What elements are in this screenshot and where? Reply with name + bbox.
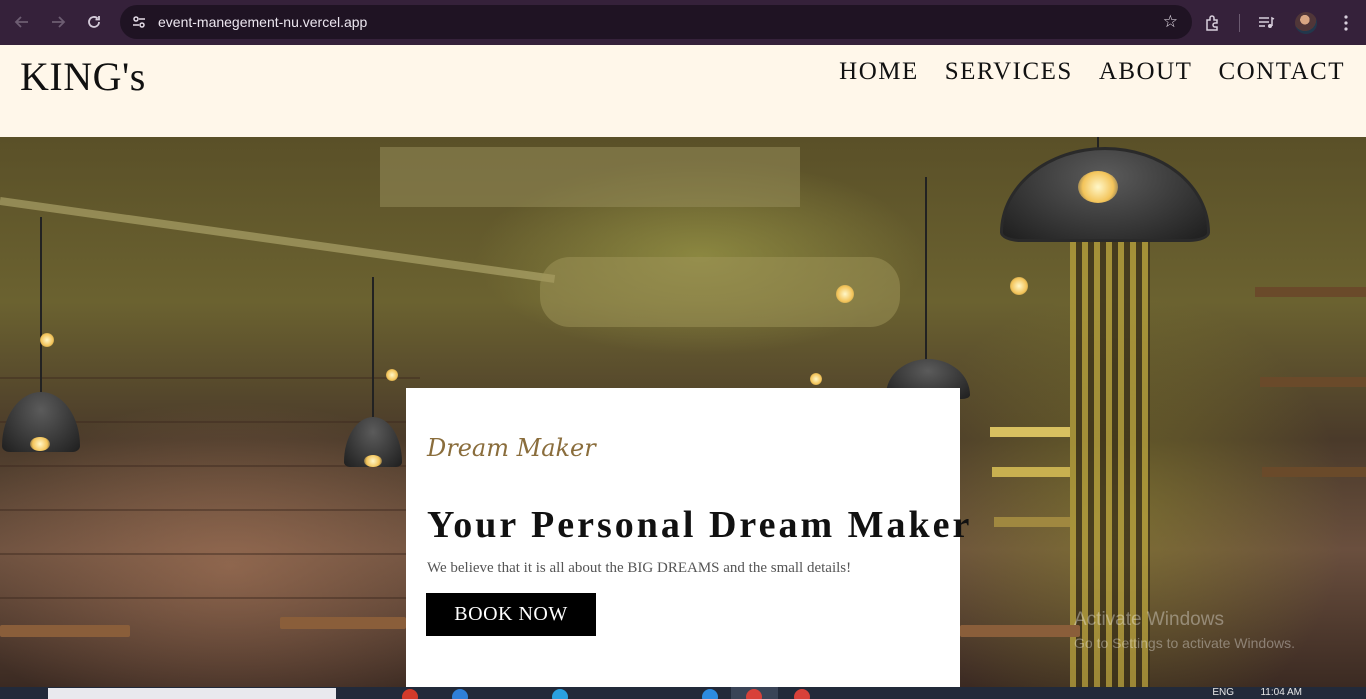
taskbar-language[interactable]: ENG bbox=[1212, 687, 1234, 699]
site-header: KING's HOME SERVICES ABOUT CONTACT bbox=[0, 45, 1366, 137]
url-text[interactable]: event-manegement-nu.vercel.app bbox=[158, 14, 367, 30]
book-now-button[interactable]: BOOK NOW bbox=[426, 593, 596, 636]
taskbar-app-icon[interactable] bbox=[552, 689, 568, 699]
profile-avatar[interactable] bbox=[1286, 3, 1326, 43]
taskbar-app-icon[interactable] bbox=[794, 689, 810, 699]
site-info-icon[interactable] bbox=[124, 7, 154, 37]
nav-contact[interactable]: CONTACT bbox=[1218, 58, 1345, 86]
hero-section: Dream Maker Your Personal Dream Maker We… bbox=[0, 137, 1366, 687]
hero-subtext: We believe that it is all about the BIG … bbox=[427, 560, 852, 576]
nav-services[interactable]: SERVICES bbox=[945, 58, 1073, 86]
more-menu-icon[interactable] bbox=[1326, 3, 1366, 43]
taskbar-app-icon[interactable] bbox=[402, 689, 418, 699]
forward-arrow-icon[interactable] bbox=[40, 4, 76, 40]
brand-logo[interactable]: KING's bbox=[20, 53, 146, 100]
toolbar-divider bbox=[1239, 13, 1240, 32]
nav-about[interactable]: ABOUT bbox=[1099, 58, 1193, 86]
back-arrow-icon[interactable] bbox=[4, 4, 40, 40]
nav-home[interactable]: HOME bbox=[839, 58, 919, 86]
hero-card: Dream Maker Your Personal Dream Maker We… bbox=[406, 388, 969, 687]
hero-tagline: Dream Maker bbox=[427, 434, 596, 462]
browser-toolbar: event-manegement-nu.vercel.app ☆ bbox=[0, 0, 1366, 45]
bookmark-star-icon[interactable]: ☆ bbox=[1163, 12, 1178, 32]
extensions-icon[interactable] bbox=[1193, 3, 1233, 43]
hero-headline: Your Personal Dream Maker bbox=[427, 504, 973, 546]
watermark-subtitle: Go to Settings to activate Windows. bbox=[1074, 635, 1295, 651]
taskbar-chrome-icon[interactable] bbox=[746, 689, 762, 699]
watermark-title: Activate Windows bbox=[1074, 609, 1224, 630]
activate-windows-watermark: Activate Windows Go to Settings to activ… bbox=[1074, 609, 1295, 651]
taskbar-app-icon[interactable] bbox=[702, 689, 718, 699]
reload-icon[interactable] bbox=[76, 4, 112, 40]
taskbar-search-box[interactable] bbox=[48, 688, 336, 699]
main-nav: HOME SERVICES ABOUT CONTACT bbox=[839, 58, 1345, 86]
media-control-icon[interactable] bbox=[1246, 3, 1286, 43]
taskbar-clock[interactable]: 11:04 AM bbox=[1260, 687, 1302, 699]
address-bar[interactable]: event-manegement-nu.vercel.app ☆ bbox=[120, 5, 1192, 39]
taskbar-app-icon[interactable] bbox=[452, 689, 468, 699]
windows-taskbar: ENG 11:04 AM bbox=[0, 687, 1366, 699]
